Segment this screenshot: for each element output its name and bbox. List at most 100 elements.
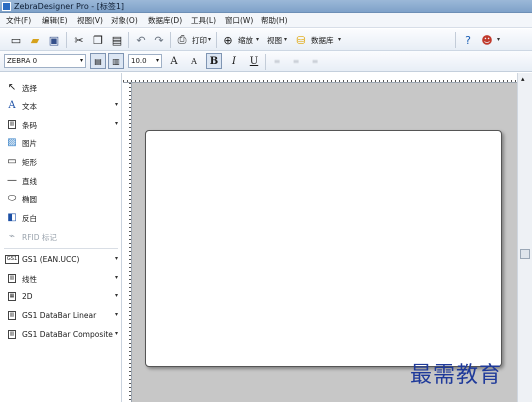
chevron-down-icon[interactable]: ▾ <box>115 255 118 262</box>
tool-label: 直线 <box>22 177 37 186</box>
chevron-down-icon[interactable]: ▾ <box>115 101 118 108</box>
grow-font-button[interactable]: A <box>166 53 182 69</box>
sidebar-divider <box>4 248 118 249</box>
2d-barcode-icon: ▦ <box>7 292 17 301</box>
group-label: 2D <box>22 292 33 301</box>
database-icon[interactable]: ⛁ <box>293 32 309 48</box>
tool-picture[interactable]: ▨ 图片 <box>0 134 122 152</box>
chevron-down-icon[interactable]: ▾ <box>115 292 118 299</box>
tool-barcode[interactable]: ▥ 条码 ▾ <box>0 116 122 134</box>
font-size-value: 10.0 <box>131 57 147 65</box>
menu-tools[interactable]: 工具(L) <box>191 15 216 26</box>
save-icon[interactable]: ▣ <box>46 32 62 48</box>
tool-label: 文本 <box>22 102 37 111</box>
group-gs1-databar-linear[interactable]: ▥ GS1 DataBar Linear ▾ <box>0 307 122 325</box>
toolbar-separator <box>216 32 217 48</box>
horizontal-ruler <box>123 73 517 83</box>
app-icon <box>2 2 11 11</box>
gs1-icon: GS1 <box>4 255 20 264</box>
new-file-icon[interactable]: ▭ <box>8 32 24 48</box>
cursor-arrow-icon: ↖ <box>7 82 17 93</box>
redo-icon[interactable]: ↷ <box>151 32 167 48</box>
chevron-down-icon: ▾ <box>155 57 159 64</box>
view-caret-icon[interactable]: ▾ <box>284 36 287 43</box>
font-size-select[interactable]: 10.0 ▾ <box>128 54 162 68</box>
database-button[interactable]: 数据库 <box>311 35 334 46</box>
linear-barcode-icon: ▥ <box>7 274 17 283</box>
menu-edit[interactable]: 编辑(E) <box>42 15 68 26</box>
underline-button[interactable]: U <box>246 53 262 69</box>
print-caret-icon[interactable]: ▾ <box>208 36 211 43</box>
printer-select-value: ZEBRA 0 <box>7 57 38 65</box>
group-linear[interactable]: ▥ 线性 ▾ <box>0 270 122 288</box>
window-title: ZebraDesigner Pro - [标签1] <box>14 2 125 11</box>
printer-icon[interactable]: ⎙ <box>174 32 190 48</box>
text-icon: A <box>8 100 16 111</box>
cut-icon[interactable]: ✂ <box>71 32 87 48</box>
chevron-down-icon: ▾ <box>79 57 83 64</box>
group-gs1-ean-ucc[interactable]: GS1 GS1 (EAN.UCC) ▾ <box>0 251 122 269</box>
open-folder-icon[interactable]: ▰ <box>27 32 43 48</box>
database-caret-icon[interactable]: ▾ <box>338 36 341 43</box>
help-icon[interactable]: ? <box>460 32 476 48</box>
scrollbar-thumb[interactable] <box>520 249 530 259</box>
align-center-icon[interactable]: ≡ <box>288 53 304 69</box>
view-button[interactable]: 视图 <box>267 35 282 46</box>
tool-ellipse[interactable]: ⬭ 椭圆 <box>0 190 122 208</box>
paste-icon[interactable]: ▤ <box>109 32 125 48</box>
barcode-icon: ▥ <box>7 120 17 129</box>
tool-text[interactable]: A 文本 ▾ <box>0 97 122 115</box>
line-icon: — <box>7 175 17 186</box>
toolbar-separator <box>170 32 171 48</box>
menu-window[interactable]: 窗口(W) <box>225 15 253 26</box>
scroll-up-icon[interactable]: ▴ <box>521 75 525 83</box>
zoom-button[interactable]: 缩放 <box>238 35 253 46</box>
databar-icon: ▥ <box>7 311 17 320</box>
group-2d[interactable]: ▦ 2D ▾ <box>0 288 122 306</box>
print-button[interactable]: 打印 <box>192 35 207 46</box>
chevron-down-icon[interactable]: ▾ <box>115 120 118 127</box>
menu-object[interactable]: 对象(O) <box>111 15 138 26</box>
bold-button[interactable]: B <box>206 53 222 69</box>
zoom-icon[interactable]: ⊕ <box>220 32 236 48</box>
databar-composite-icon: ▥ <box>7 330 17 339</box>
users-caret-icon[interactable]: ▾ <box>497 36 500 43</box>
vertical-scrollbar[interactable]: ▴ <box>517 73 532 402</box>
menu-database[interactable]: 数据库(D) <box>148 15 182 26</box>
tool-select[interactable]: ↖ 选择 <box>0 79 122 97</box>
title-bar: ZebraDesigner Pro - [标签1] <box>0 0 532 13</box>
page-setup-icon[interactable]: ▥ <box>108 53 124 69</box>
tool-line[interactable]: — 直线 <box>0 172 122 190</box>
tool-label: 反白 <box>22 214 37 223</box>
copy-icon[interactable]: ❐ <box>90 32 106 48</box>
tool-rfid[interactable]: ⌁ RFID 标记 <box>0 228 122 246</box>
menu-view[interactable]: 视图(V) <box>77 15 103 26</box>
rectangle-icon: ▭ <box>7 156 17 167</box>
toolbar-separator <box>66 32 67 48</box>
tool-label: 条码 <box>22 121 37 130</box>
tool-inverse[interactable]: ◧ 反白 <box>0 209 122 227</box>
group-label: GS1 DataBar Composite <box>22 330 113 339</box>
format-toolbar: ZEBRA 0 ▾ ▤ ▥ 10.0 ▾ A A B I U ≡ ≡ ≡ <box>0 51 532 72</box>
label-setup-icon[interactable]: ▤ <box>90 53 106 69</box>
shrink-font-button[interactable]: A <box>186 53 202 69</box>
tool-label: RFID 标记 <box>22 233 57 242</box>
chevron-down-icon[interactable]: ▾ <box>115 274 118 281</box>
tool-label: 图片 <box>22 139 37 148</box>
menu-help[interactable]: 帮助(H) <box>261 15 288 26</box>
align-right-icon[interactable]: ≡ <box>307 53 323 69</box>
tool-rectangle[interactable]: ▭ 矩形 <box>0 153 122 171</box>
align-left-icon[interactable]: ≡ <box>269 53 285 69</box>
menu-file[interactable]: 文件(F) <box>6 15 31 26</box>
label-design-surface[interactable] <box>145 130 502 367</box>
users-icon[interactable]: ☻ <box>479 32 495 48</box>
chevron-down-icon[interactable]: ▾ <box>115 311 118 318</box>
undo-icon[interactable]: ↶ <box>133 32 149 48</box>
group-gs1-databar-composite[interactable]: ▥ GS1 DataBar Composite ▾ <box>0 326 122 344</box>
italic-button[interactable]: I <box>226 53 242 69</box>
menu-bar: 文件(F) 编辑(E) 视图(V) 对象(O) 数据库(D) 工具(L) 窗口(… <box>0 13 532 28</box>
printer-select[interactable]: ZEBRA 0 ▾ <box>4 54 86 68</box>
watermark-text: 最需教育 <box>410 363 503 388</box>
zoom-caret-icon[interactable]: ▾ <box>256 36 259 43</box>
chevron-down-icon[interactable]: ▾ <box>115 330 118 337</box>
